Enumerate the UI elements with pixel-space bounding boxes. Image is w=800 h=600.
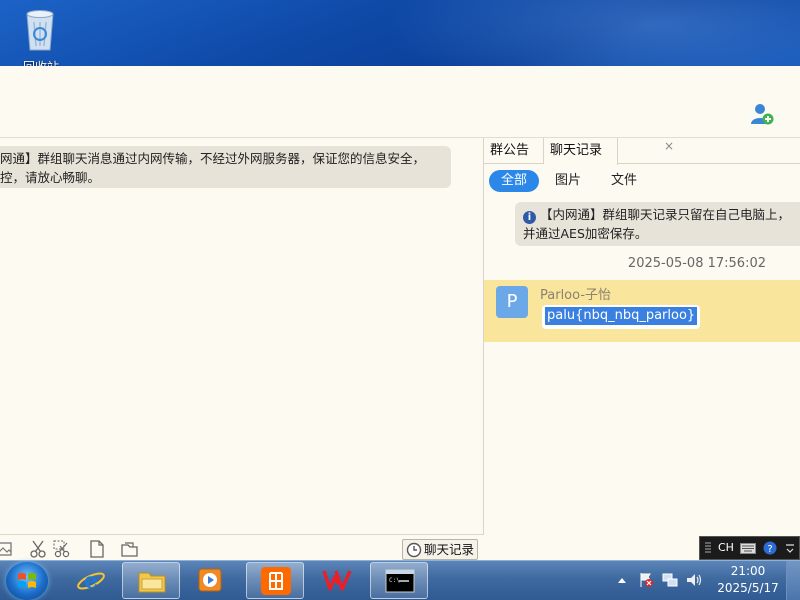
clock-time: 21:00 — [730, 564, 766, 578]
ime-lang-label[interactable]: CH — [718, 537, 734, 559]
recycle-bin[interactable]: 回收站 — [18, 6, 66, 66]
media-player-icon — [198, 568, 222, 592]
taskbar-media-player[interactable] — [182, 562, 240, 599]
neiwangtong-icon — [261, 567, 291, 595]
info-icon: i — [523, 211, 536, 224]
svg-text:C:\: C:\ — [389, 577, 400, 584]
avatar[interactable]: P — [496, 286, 528, 318]
taskbar-neiwangtong[interactable] — [246, 562, 304, 599]
notice-line: 【内网通】群组聊天记录只留在自己电脑上， — [540, 207, 791, 222]
scissors-icon[interactable] — [29, 540, 47, 558]
grip-icon[interactable] — [704, 542, 712, 554]
screenshot-hide-icon[interactable] — [53, 540, 71, 558]
keyboard-icon[interactable] — [740, 543, 756, 554]
recycle-bin-icon — [26, 10, 54, 51]
internet-explorer-icon: e — [77, 568, 105, 594]
chat-history-label: 聊天记录 — [424, 542, 475, 557]
network-icon[interactable] — [662, 572, 678, 588]
system-message-line: 控，请放心畅聊。 — [0, 170, 101, 185]
filter-files[interactable]: 文件 — [602, 170, 646, 192]
taskbar-explorer[interactable] — [122, 562, 180, 599]
system-message-bubble: 网通】群组聊天消息通过内网传输，不经过外网服务器，保证您的信息安全， 控，请放心… — [0, 146, 451, 188]
message-text[interactable]: palu{nbq_nbq_parloo} — [545, 307, 698, 325]
filter-all[interactable]: 全部 — [489, 170, 539, 192]
encryption-notice: i 【内网通】群组聊天记录只留在自己电脑上， 并通过AES加密保存。 — [515, 202, 800, 246]
tab-chat-history[interactable]: 聊天记录 × — [544, 138, 674, 165]
desktop: 回收站 — [0, 0, 800, 66]
taskbar: e C:\ 21:00 2025/5/17 — [0, 560, 800, 600]
start-button[interactable] — [6, 562, 48, 600]
show-desktop-button[interactable] — [786, 561, 800, 600]
clock[interactable]: 21:00 2025/5/17 — [713, 563, 783, 597]
folder-icon[interactable] — [121, 540, 139, 558]
ime-language-bar[interactable]: CH ? — [699, 536, 800, 560]
clock-icon — [406, 542, 422, 558]
system-message-line: 网通】群组聊天消息通过内网传输，不经过外网服务器，保证您的信息安全， — [0, 151, 426, 166]
tray-expand-icon[interactable] — [617, 576, 627, 584]
system-tray: 21:00 2025/5/17 — [612, 561, 800, 600]
message-bubble[interactable]: palu{nbq_nbq_parloo} — [542, 305, 701, 329]
panel-tabs: 群公告 聊天记录 × — [484, 138, 800, 165]
windows-logo-icon — [18, 573, 36, 588]
ime-options-icon[interactable] — [785, 544, 795, 554]
close-icon[interactable]: × — [664, 138, 674, 154]
sender-name: Parloo-子怡 — [540, 288, 612, 303]
file-icon[interactable] — [88, 540, 106, 558]
taskbar-wps[interactable] — [308, 562, 366, 599]
add-user-icon[interactable] — [750, 102, 774, 126]
action-center-flag-icon[interactable] — [638, 572, 654, 588]
notice-line: 并通过AES加密保存。 — [523, 226, 648, 241]
svg-text:e: e — [84, 568, 98, 594]
chat-toolbar: 聊天记录 — [0, 534, 484, 560]
command-prompt-icon: C:\ — [385, 569, 415, 593]
history-filters: 全部 图片 文件 — [484, 168, 800, 194]
wps-icon — [322, 570, 352, 591]
chat-window: 网通】群组聊天消息通过内网传输，不经过外网服务器，保证您的信息安全， 控，请放心… — [0, 66, 800, 560]
taskbar-ie[interactable]: e — [62, 562, 120, 599]
chat-area: 网通】群组聊天消息通过内网传输，不经过外网服务器，保证您的信息安全， 控，请放心… — [0, 138, 484, 560]
volume-icon[interactable] — [685, 572, 703, 588]
tab-chat-history-label: 聊天记录 — [550, 143, 603, 158]
side-panel: 群公告 聊天记录 × 全部 图片 文件 i 【内网通】群组聊天记录只留在自己电脑上… — [484, 138, 800, 560]
image-icon[interactable] — [0, 540, 14, 558]
tab-announcement[interactable]: 群公告 — [484, 138, 544, 164]
svg-text:?: ? — [767, 544, 772, 555]
chat-history-button[interactable]: 聊天记录 — [402, 539, 478, 560]
folder-icon — [138, 572, 166, 593]
filter-images[interactable]: 图片 — [546, 170, 590, 192]
window-header — [0, 66, 800, 138]
clock-date: 2025/5/17 — [717, 581, 779, 595]
message-row[interactable]: P Parloo-子怡 palu{nbq_nbq_parloo} — [484, 280, 800, 342]
help-icon[interactable]: ? — [763, 541, 777, 555]
message-timestamp: 2025-05-08 17:56:02 — [627, 256, 766, 271]
recycle-bin-label: 回收站 — [18, 58, 64, 66]
taskbar-cmd[interactable]: C:\ — [370, 562, 428, 599]
